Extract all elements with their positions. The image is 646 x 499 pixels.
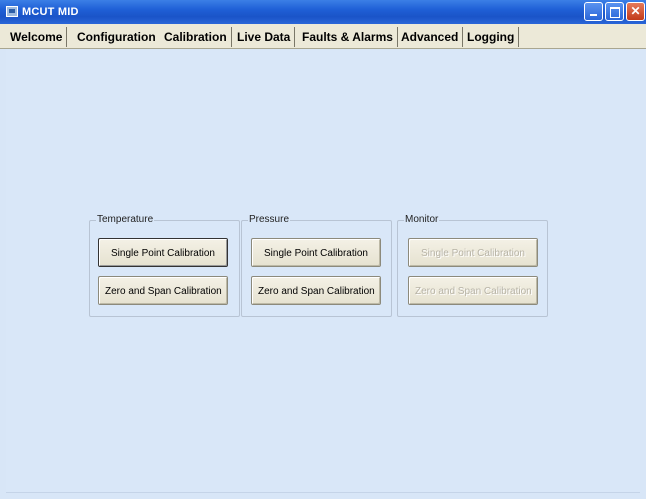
close-icon: ✕ (630, 4, 641, 18)
tab-calibration[interactable]: Calibration (160, 27, 232, 47)
pressure-group: Pressure Single Point Calibration Zero a… (241, 214, 392, 317)
pressure-zero-span-button[interactable]: Zero and Span Calibration (251, 276, 381, 305)
window-title: MCUT MID (22, 6, 79, 18)
maximize-icon (609, 7, 620, 18)
temperature-group: Temperature Single Point Calibration Zer… (89, 214, 240, 317)
pressure-single-point-button[interactable]: Single Point Calibration (251, 238, 381, 267)
close-button[interactable]: ✕ (626, 2, 645, 21)
temperature-group-label: Temperature (96, 214, 155, 226)
app-window: MCUT MID ✕ Welcome Configuration Calibra… (0, 0, 646, 499)
tab-welcome[interactable]: Welcome (6, 27, 68, 47)
maximize-button[interactable] (605, 2, 624, 21)
temperature-single-point-button[interactable]: Single Point Calibration (98, 238, 228, 267)
app-icon (6, 6, 18, 17)
monitor-zero-span-button: Zero and Span Calibration (408, 276, 538, 305)
monitor-group-label: Monitor (404, 214, 440, 226)
tab-faults-alarms[interactable]: Faults & Alarms (298, 27, 398, 47)
tab-bar: Welcome Configuration Calibration Live D… (0, 24, 646, 49)
tab-live-data[interactable]: Live Data (233, 27, 296, 47)
temperature-zero-span-button[interactable]: Zero and Span Calibration (98, 276, 228, 305)
monitor-group: Monitor Single Point Calibration Zero an… (397, 214, 548, 317)
tab-logging[interactable]: Logging (463, 27, 520, 47)
tab-advanced[interactable]: Advanced (397, 27, 464, 47)
tab-configuration[interactable]: Configuration (73, 27, 161, 47)
minimize-icon (590, 14, 597, 16)
title-bar[interactable]: MCUT MID ✕ (0, 0, 646, 24)
calibration-panel: Temperature Single Point Calibration Zer… (6, 49, 640, 493)
monitor-single-point-button: Single Point Calibration (408, 238, 538, 267)
pressure-group-label: Pressure (248, 214, 291, 226)
minimize-button[interactable] (584, 2, 603, 21)
